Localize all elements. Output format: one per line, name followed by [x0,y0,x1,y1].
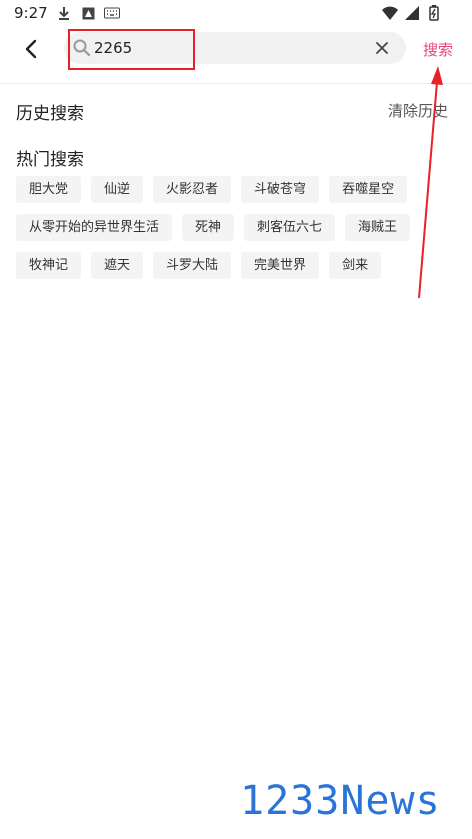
hot-tag[interactable]: 死神 [182,214,235,241]
hot-tag[interactable]: 牧神记 [16,252,82,279]
watermark: 1233News [240,778,441,824]
hot-tag[interactable]: 火影忍者 [153,176,232,203]
clear-icon[interactable] [374,40,390,56]
image-icon [80,5,96,21]
hot-tag[interactable]: 剑来 [329,252,382,279]
hot-tag[interactable]: 刺客伍六七 [244,214,336,241]
hot-search-title: 热门搜索 [16,150,84,170]
hot-tag[interactable]: 胆大党 [16,176,82,203]
highlight-box [68,29,195,70]
hot-tag-row: 牧神记 遮天 斗罗大陆 完美世界 剑来 [16,252,382,279]
annotation-arrow [418,66,443,299]
hot-tag[interactable]: 完美世界 [241,252,320,279]
hot-tag[interactable]: 吞噬星空 [329,176,408,203]
clear-history-button[interactable]: 清除历史 [388,100,448,121]
download-icon [56,5,72,21]
wifi-icon [382,5,398,21]
chevron-left-icon [25,39,37,59]
battery-icon [426,5,442,21]
back-button[interactable] [18,36,44,62]
history-title: 历史搜索 [16,104,84,124]
status-time: 9:27 [14,4,48,22]
hot-tag-row: 从零开始的异世界生活 死神 刺客伍六七 海贼王 [16,214,411,241]
hot-tag[interactable]: 仙逆 [91,176,144,203]
status-bar: 9:27 [0,0,472,26]
status-icons-left [56,5,120,21]
hot-tag-row: 胆大党 仙逆 火影忍者 斗破苍穹 吞噬星空 [16,176,408,203]
signal-icon [404,5,420,21]
hot-tag[interactable]: 海贼王 [345,214,411,241]
hot-tag[interactable]: 斗破苍穹 [241,176,320,203]
hot-tag[interactable]: 斗罗大陆 [153,252,232,279]
hot-tag[interactable]: 遮天 [91,252,144,279]
status-icons-right [382,5,442,21]
keyboard-icon [104,5,120,21]
search-button[interactable]: 搜索 [423,39,453,60]
hot-tag[interactable]: 从零开始的异世界生活 [16,214,173,241]
